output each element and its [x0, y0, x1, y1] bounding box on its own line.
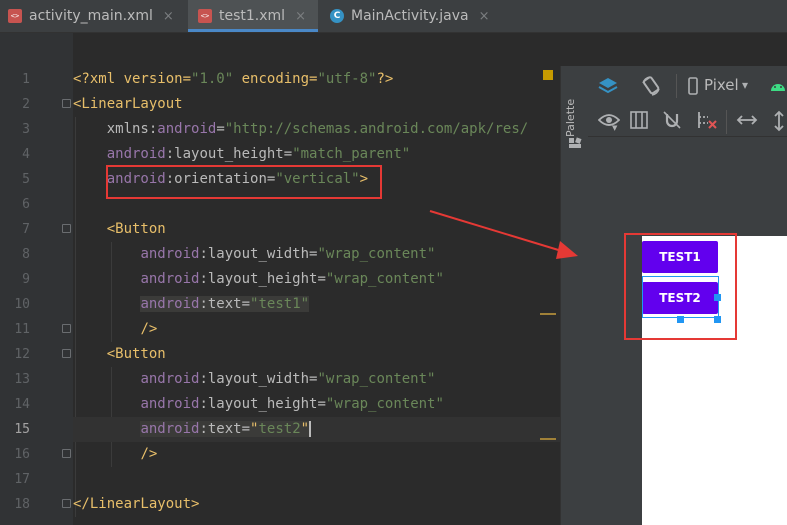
annotation-arrow [429, 210, 578, 259]
